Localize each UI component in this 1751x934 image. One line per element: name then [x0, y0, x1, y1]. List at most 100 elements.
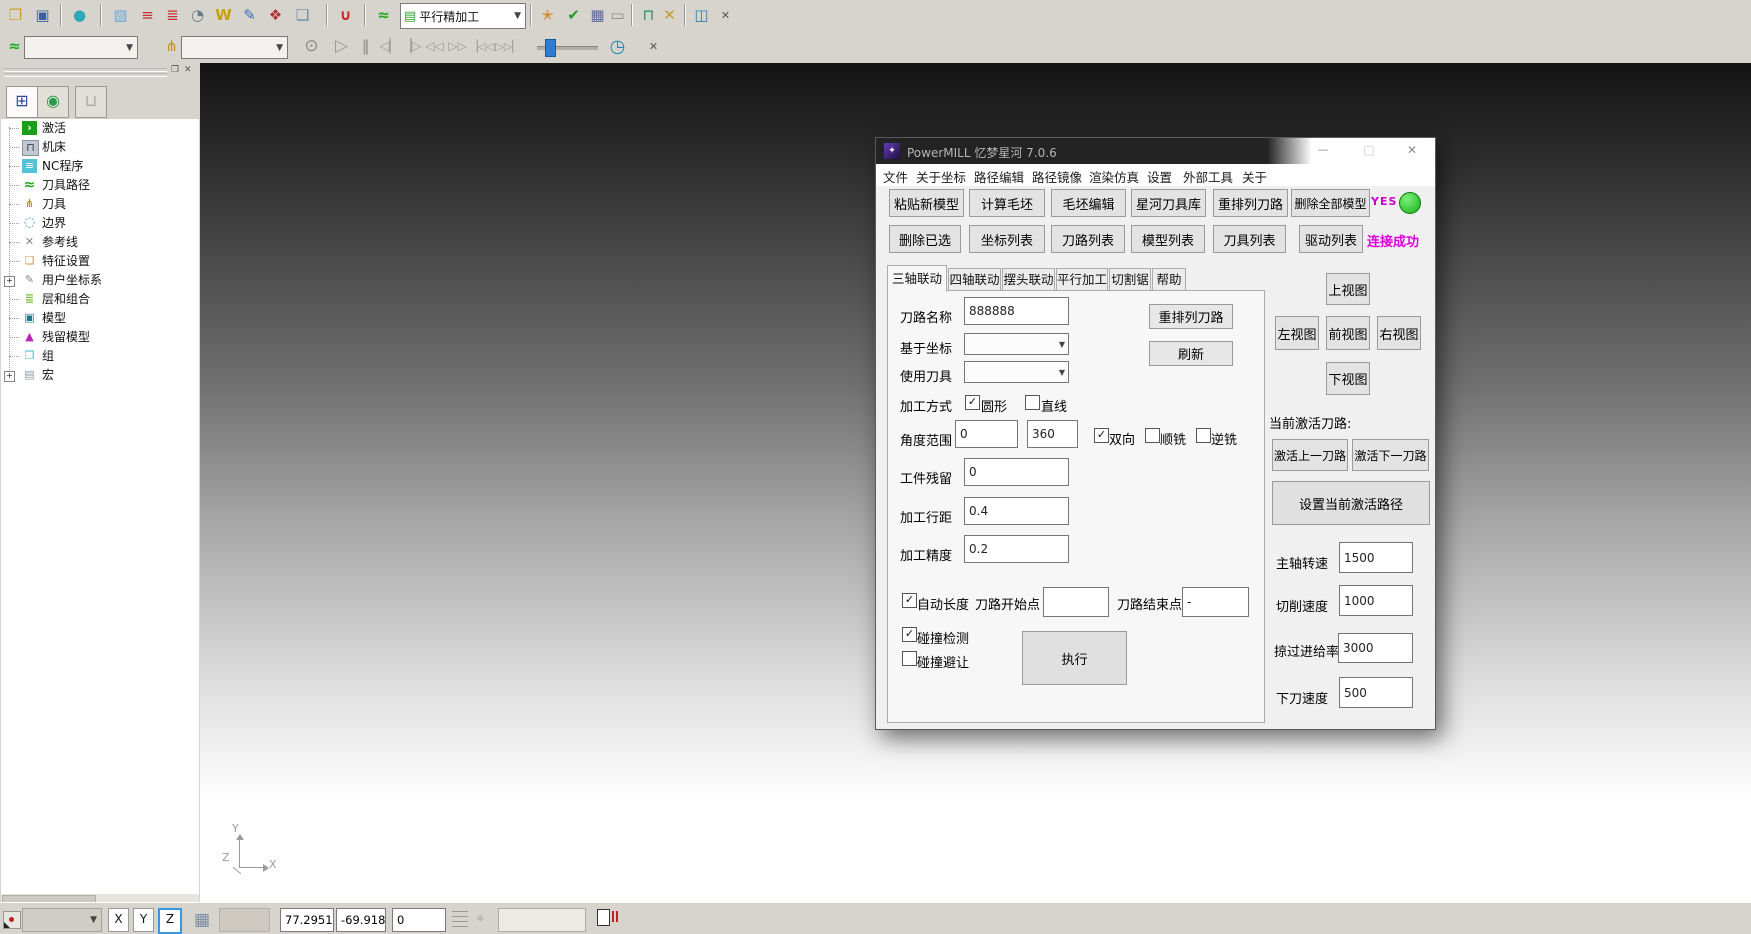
tool-list-button[interactable]: 刀具列表: [1213, 225, 1286, 253]
tolerance-input[interactable]: [964, 535, 1069, 563]
block-edit-button[interactable]: 毛坯编辑: [1051, 189, 1126, 217]
pause-icon[interactable]: ‖: [354, 35, 377, 58]
pattern-icon[interactable]: ✎: [238, 4, 261, 27]
compare-icon[interactable]: ◫: [690, 4, 713, 27]
toolpath-icon[interactable]: ≈: [372, 4, 395, 27]
view-right-button[interactable]: 右视图: [1377, 316, 1421, 350]
cutting-feed-input[interactable]: [1339, 585, 1413, 616]
tree-item-machine[interactable]: ⊓机床: [1, 138, 199, 157]
tree-item-patterns[interactable]: ✕参考线: [1, 233, 199, 252]
verify-icon[interactable]: ✔: [562, 4, 585, 27]
tree-item-active[interactable]: ›激活: [1, 119, 199, 138]
clamp-icon[interactable]: ⊓: [637, 4, 660, 27]
tree-item-levels-sets[interactable]: ≣层和组合: [1, 290, 199, 309]
menu-render-sim[interactable]: 渲染仿真: [1089, 167, 1139, 186]
drive-list-button[interactable]: 驱动列表: [1299, 225, 1363, 253]
rapid-heights-icon[interactable]: ≡: [136, 4, 159, 27]
explorer-tree-tab[interactable]: ⊞: [6, 86, 38, 118]
recycle-tab[interactable]: ⊔: [75, 86, 107, 118]
auto-length-checkbox[interactable]: ✓: [902, 593, 917, 608]
open-file-icon[interactable]: ❒: [4, 4, 27, 27]
menu-settings[interactable]: 设置: [1147, 167, 1172, 186]
refresh-button[interactable]: 刷新: [1149, 341, 1233, 366]
expand-icon[interactable]: +: [4, 371, 15, 382]
close-button[interactable]: ✕: [1403, 143, 1421, 157]
menu-file[interactable]: 文件: [883, 167, 908, 186]
menu-coords[interactable]: 关于坐标: [916, 167, 966, 186]
workplane-combo[interactable]: ▼: [22, 908, 102, 932]
angle-from-input[interactable]: [955, 420, 1018, 448]
circle-checkbox[interactable]: ✓: [965, 395, 980, 410]
simulate-icon[interactable]: ✭: [536, 4, 559, 27]
minimize-button[interactable]: —: [1314, 143, 1332, 156]
go-to-end-icon[interactable]: ▷▷▏: [494, 35, 522, 58]
use-tool-select[interactable]: ▼: [964, 361, 1069, 383]
search-forward-icon[interactable]: ▷▷: [446, 35, 469, 58]
model-list-button[interactable]: 模型列表: [1131, 225, 1205, 253]
probe-position-icon[interactable]: ⌖: [476, 909, 484, 927]
page-icon[interactable]: [597, 909, 610, 926]
rearrange-button[interactable]: 重排列刀路: [1149, 304, 1233, 329]
clock-icon[interactable]: ◷: [606, 35, 629, 58]
step-forward-icon[interactable]: ▕▷: [400, 35, 423, 58]
maximize-button[interactable]: □: [1360, 143, 1378, 157]
tree-item-toolpaths[interactable]: ≈刀具路径: [1, 176, 199, 195]
view-top-button[interactable]: 上视图: [1326, 273, 1370, 305]
tree-item-nc-programs[interactable]: ≡NC程序: [1, 157, 199, 176]
go-to-start-icon[interactable]: ▕◁◁: [468, 35, 496, 58]
execute-button[interactable]: 执行: [1022, 631, 1127, 685]
tree-item-stock-models[interactable]: ▲残留模型: [1, 328, 199, 347]
menu-path-edit[interactable]: 路径编辑: [974, 167, 1024, 186]
active-toolpath-combo[interactable]: ▤ 平行精加工 ▼: [400, 3, 526, 29]
save-icon[interactable]: ▣: [31, 4, 54, 27]
start-point-input[interactable]: [1043, 587, 1109, 617]
float-panel-icon[interactable]: ❐: [171, 65, 179, 75]
play-icon[interactable]: ▷: [330, 35, 353, 58]
bidirectional-checkbox[interactable]: ✓: [1094, 428, 1109, 443]
tree-item-feature-sets[interactable]: ❏特征设置: [1, 252, 199, 271]
start-point-icon[interactable]: ≣: [161, 4, 184, 27]
world-tab[interactable]: ◉: [37, 86, 69, 118]
menu-about[interactable]: 关于: [1242, 167, 1267, 186]
end-point-input[interactable]: [1182, 587, 1249, 617]
tool-icon[interactable]: ◔: [186, 4, 209, 27]
probe-corner-icon[interactable]: [3, 911, 21, 929]
axis-z-button[interactable]: Z: [158, 908, 182, 934]
search-back-icon[interactable]: ◁◁: [423, 35, 446, 58]
view-front-button[interactable]: 前视图: [1326, 316, 1370, 350]
coord-list-icon[interactable]: [452, 911, 468, 927]
tree-item-groups[interactable]: ❒组: [1, 347, 199, 366]
climb-checkbox[interactable]: [1145, 428, 1160, 443]
coord-x-input[interactable]: [280, 908, 334, 932]
edit-model-icon[interactable]: ❏: [291, 4, 314, 27]
viewmill-icon[interactable]: ●: [68, 4, 91, 27]
plunge-feed-input[interactable]: [1339, 677, 1413, 708]
coord-list-button[interactable]: 坐标列表: [969, 225, 1045, 253]
tree-item-models[interactable]: ▣模型: [1, 309, 199, 328]
line-checkbox[interactable]: [1025, 395, 1040, 410]
axis-x-button[interactable]: X: [108, 908, 129, 932]
collision-check-checkbox[interactable]: ✓: [902, 627, 917, 642]
view-left-button[interactable]: 左视图: [1275, 316, 1319, 350]
stepover-input[interactable]: [964, 497, 1069, 525]
dialog-titlebar[interactable]: ✦ PowerMILL 忆梦星河 7.0.6 — □ ✕: [876, 138, 1435, 165]
based-coord-select[interactable]: ▼: [964, 333, 1069, 355]
view-bottom-button[interactable]: 下视图: [1326, 362, 1370, 395]
tree-scrollbar[interactable]: [1, 894, 199, 902]
skim-feed-input[interactable]: [1338, 633, 1413, 663]
leads-links-icon[interactable]: W: [212, 4, 235, 27]
tool-library-button[interactable]: 星河刀具库: [1131, 189, 1206, 217]
activate-next-button[interactable]: 激活下一刀路: [1352, 439, 1429, 471]
coord-y-input[interactable]: [336, 908, 386, 932]
undercut-icon[interactable]: ∪: [334, 4, 357, 27]
axis-y-button[interactable]: Y: [133, 908, 154, 932]
menu-path-mirror[interactable]: 路径镜像: [1032, 167, 1082, 186]
tree-item-macros[interactable]: +▤宏: [1, 366, 199, 385]
tree-item-boundaries[interactable]: ◌边界: [1, 214, 199, 233]
collision-avoid-checkbox[interactable]: [902, 651, 917, 666]
coord-z-input[interactable]: [392, 908, 446, 932]
rearrange-toolpaths-button[interactable]: 重排列刀路: [1213, 189, 1288, 217]
light-icon[interactable]: ⊙: [300, 35, 323, 58]
close-panel-icon[interactable]: ✕: [184, 65, 192, 75]
speed-slider-handle[interactable]: [545, 39, 556, 57]
